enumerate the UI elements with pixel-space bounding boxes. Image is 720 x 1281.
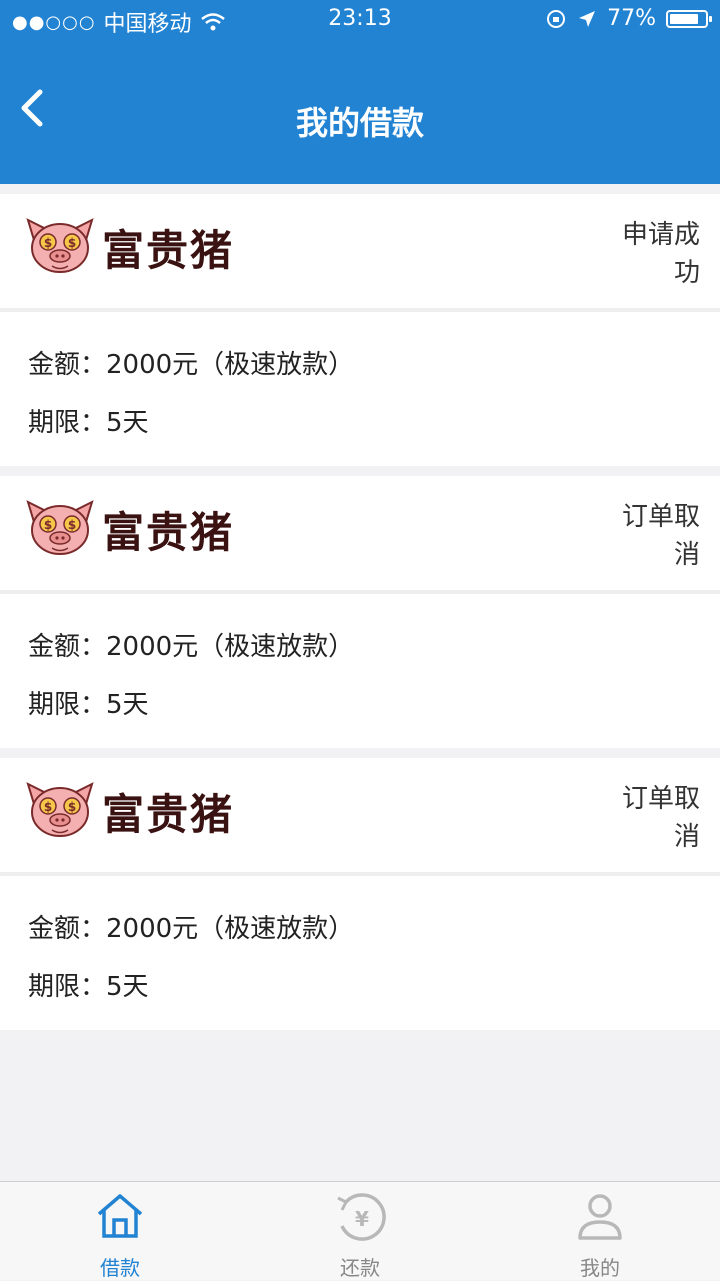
amount-row: 金额：2000元（极速放款） [28, 618, 692, 676]
loan-card-body: 金额：2000元（极速放款） 期限：5天 [0, 594, 720, 748]
tab-label: 还款 [340, 1256, 380, 1280]
svg-text:$: $ [44, 236, 52, 250]
loan-card-header: $ $ 富贵猪 申请成 功 [0, 194, 720, 312]
amount-value: 2000元（极速放款） [106, 350, 355, 380]
tab-label: 借款 [100, 1256, 140, 1280]
loan-card[interactable]: $ $ 富贵猪 申请成 功 金额：2000元（极速放款） 期限：5天 [0, 194, 720, 466]
amount-row: 金额：2000元（极速放款） [28, 900, 692, 958]
brand-logo: $ $ 富贵猪 [22, 496, 234, 562]
tab-borrow[interactable]: 借款 [0, 1192, 240, 1281]
pig-icon: $ $ [26, 500, 94, 555]
loan-status-line: 订单取 [621, 784, 700, 814]
brand-name: 富贵猪 [102, 507, 235, 557]
term-value: 5天 [106, 690, 149, 720]
loan-status-line: 功 [673, 258, 700, 288]
loan-card[interactable]: $ $ 富贵猪 订单取 消 金额：2000元（极速放款） 期限：5天 [0, 476, 720, 748]
battery-percent: 77% [607, 6, 656, 31]
tab-mine[interactable]: 我的 [480, 1192, 720, 1281]
svg-text:$: $ [44, 800, 52, 814]
tab-label: 我的 [580, 1256, 620, 1280]
loan-list: $ $ 富贵猪 申请成 功 金额：2000元（极速放款） 期限：5天 $ $ 富… [0, 184, 720, 1030]
tab-bar: 借款 ¥ 还款 我的 [0, 1181, 720, 1280]
term-value: 5天 [106, 972, 149, 1002]
loan-status-line: 申请成 [621, 220, 700, 250]
location-icon [579, 10, 596, 27]
loan-card-header: $ $ 富贵猪 订单取 消 [0, 476, 720, 594]
user-icon [578, 1194, 622, 1240]
amount-label: 金额： [28, 914, 107, 944]
nav-bar: 我的借款 [0, 40, 720, 184]
term-row: 期限：5天 [28, 958, 692, 1016]
loan-card-header: $ $ 富贵猪 订单取 消 [0, 758, 720, 876]
repay-icon: ¥ [337, 1193, 386, 1241]
page-title: 我的借款 [295, 104, 424, 142]
loan-status: 订单取 消 [610, 498, 700, 574]
svg-text:$: $ [44, 518, 52, 532]
amount-label: 金额： [28, 350, 107, 380]
loan-status-line: 订单取 [621, 502, 700, 532]
status-bar: ●●○○○ 中国移动 23:13 77% [0, 0, 720, 40]
pig-icon: $ $ [26, 218, 94, 273]
term-row: 期限：5天 [28, 394, 692, 452]
term-label: 期限： [28, 690, 107, 720]
pig-icon: $ $ [26, 782, 94, 837]
term-label: 期限： [28, 972, 107, 1002]
term-label: 期限： [28, 408, 107, 438]
amount-value: 2000元（极速放款） [106, 632, 355, 662]
loan-card-body: 金额：2000元（极速放款） 期限：5天 [0, 876, 720, 1030]
amount-value: 2000元（极速放款） [106, 914, 355, 944]
loan-status: 申请成 功 [610, 216, 700, 292]
loan-status: 订单取 消 [610, 780, 700, 856]
brand-logo: $ $ 富贵猪 [22, 214, 234, 280]
amount-label: 金额： [28, 632, 107, 662]
tab-repay[interactable]: ¥ 还款 [240, 1192, 480, 1281]
term-value: 5天 [106, 408, 149, 438]
brand-logo: $ $ 富贵猪 [22, 778, 234, 844]
loan-status-line: 消 [673, 822, 700, 852]
svg-text:$: $ [68, 800, 76, 814]
loan-card[interactable]: $ $ 富贵猪 订单取 消 金额：2000元（极速放款） 期限：5天 [0, 758, 720, 1030]
amount-row: 金额：2000元（极速放款） [28, 336, 692, 394]
svg-text:$: $ [68, 518, 76, 532]
brand-name: 富贵猪 [102, 225, 235, 275]
svg-text:$: $ [68, 236, 76, 250]
rotation-lock-icon [547, 9, 566, 28]
brand-name: 富贵猪 [102, 789, 235, 839]
term-row: 期限：5天 [28, 676, 692, 734]
home-icon [97, 1194, 143, 1238]
loan-status-line: 消 [673, 540, 700, 570]
battery-icon [666, 9, 712, 28]
loan-card-body: 金额：2000元（极速放款） 期限：5天 [0, 312, 720, 466]
svg-text:¥: ¥ [355, 1207, 369, 1231]
